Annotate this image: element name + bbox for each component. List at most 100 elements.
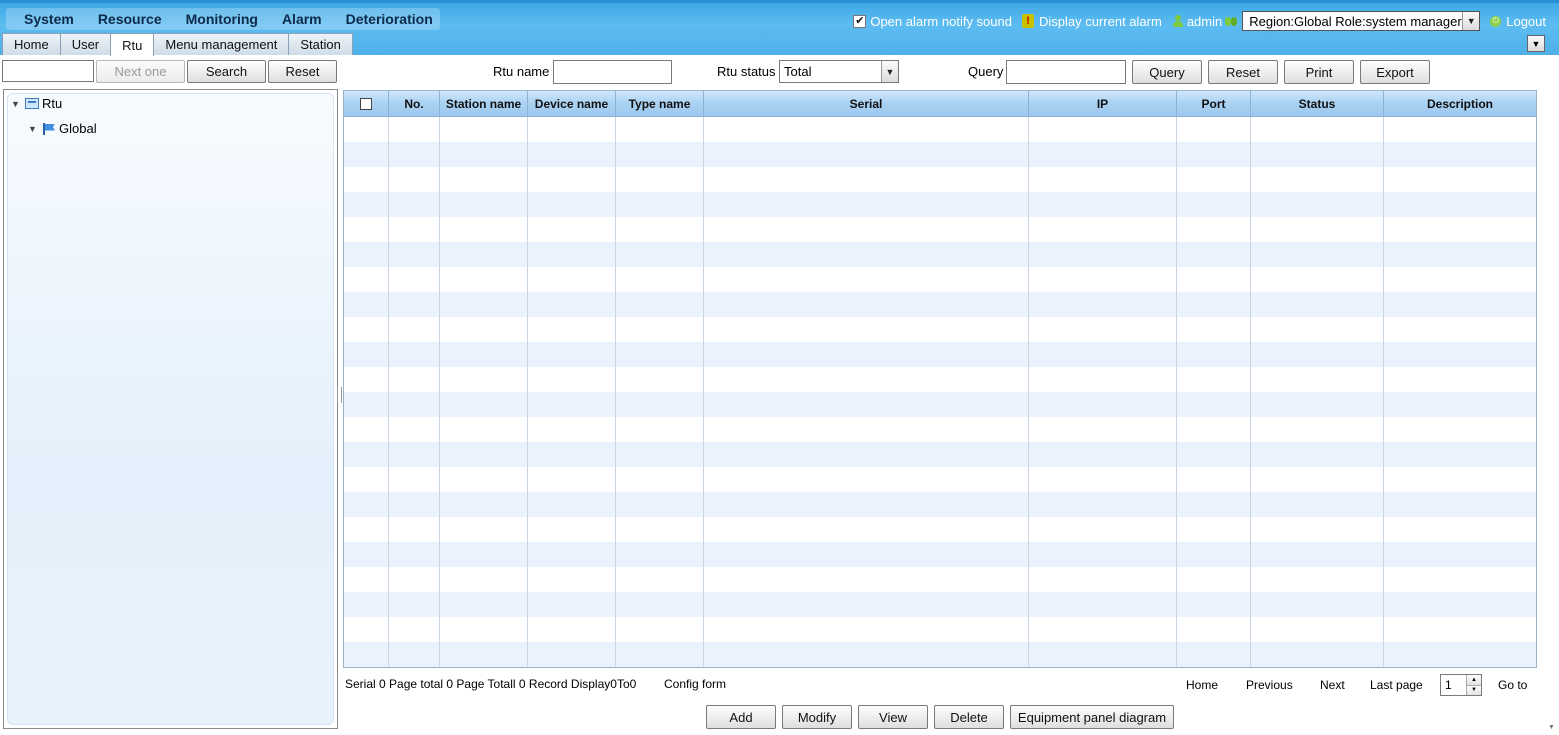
region-role-select[interactable]: Region:Global Role:system manager ▼ — [1242, 11, 1481, 31]
column-header-device-name[interactable]: Device name — [528, 91, 616, 117]
table-row[interactable] — [344, 617, 1536, 642]
pager-home[interactable]: Home — [1186, 678, 1218, 692]
page-scrollbar[interactable]: ▼ — [1545, 55, 1559, 735]
table-row[interactable] — [344, 242, 1536, 267]
alarm-sound-toggle[interactable]: ✔ Open alarm notify sound — [853, 14, 1012, 29]
rtu-name-input[interactable] — [553, 60, 672, 84]
logout-button[interactable]: ⏻ Logout — [1490, 14, 1546, 29]
table-cell — [1384, 642, 1536, 667]
table-row[interactable] — [344, 442, 1536, 467]
add-button[interactable]: Add — [706, 705, 776, 729]
panel-splitter[interactable] — [337, 387, 342, 403]
table-row[interactable] — [344, 167, 1536, 192]
pager-next[interactable]: Next — [1320, 678, 1345, 692]
table-cell — [1029, 392, 1177, 417]
table-cell — [1384, 492, 1536, 517]
menu-alarm[interactable]: Alarm — [270, 11, 334, 27]
table-row[interactable] — [344, 542, 1536, 567]
column-header-description[interactable]: Description — [1384, 91, 1536, 117]
table-cell — [704, 417, 1029, 442]
table-cell — [440, 492, 528, 517]
menu-system[interactable]: System — [6, 11, 86, 27]
table-cell — [1177, 367, 1251, 392]
table-row[interactable] — [344, 567, 1536, 592]
table-row[interactable] — [344, 317, 1536, 342]
modify-button[interactable]: Modify — [782, 705, 852, 729]
view-button[interactable]: View — [858, 705, 928, 729]
table-row[interactable] — [344, 142, 1536, 167]
tree-node-global[interactable]: ▼ Global — [28, 121, 97, 136]
table-row[interactable] — [344, 117, 1536, 142]
table-cell — [528, 492, 616, 517]
table-cell — [528, 192, 616, 217]
rtu-status-select[interactable]: Total ▼ — [779, 60, 899, 83]
print-button[interactable]: Print — [1284, 60, 1354, 84]
table-row[interactable] — [344, 217, 1536, 242]
table-cell — [1029, 467, 1177, 492]
tree-node-rtu[interactable]: ▼ Rtu — [11, 96, 62, 111]
config-form-link[interactable]: Config form — [664, 677, 726, 691]
table-row[interactable] — [344, 642, 1536, 667]
page-number-stepper[interactable]: 1 ▲ ▼ — [1440, 674, 1482, 696]
stepper-down-icon[interactable]: ▼ — [1467, 685, 1481, 695]
export-button[interactable]: Export — [1360, 60, 1430, 84]
equipment-panel-diagram-button[interactable]: Equipment panel diagram — [1010, 705, 1174, 729]
pager-go-to[interactable]: Go to — [1498, 678, 1527, 692]
tree-search-input[interactable] — [2, 60, 94, 82]
expand-icon[interactable]: ▼ — [11, 99, 23, 109]
column-header-port[interactable]: Port — [1177, 91, 1251, 117]
table-cell — [1029, 517, 1177, 542]
table-cell — [1177, 317, 1251, 342]
pager-last-page[interactable]: Last page — [1370, 678, 1423, 692]
table-row[interactable] — [344, 467, 1536, 492]
tab-rtu[interactable]: Rtu — [110, 33, 155, 56]
table-row[interactable] — [344, 417, 1536, 442]
table-row[interactable] — [344, 517, 1536, 542]
expand-icon[interactable]: ▼ — [28, 124, 40, 134]
table-row[interactable] — [344, 292, 1536, 317]
table-cell — [1029, 117, 1177, 142]
column-header-ip[interactable]: IP — [1029, 91, 1177, 117]
tab-home[interactable]: Home — [2, 33, 61, 55]
table-row[interactable] — [344, 192, 1536, 217]
table-row[interactable] — [344, 367, 1536, 392]
stepper-up-icon[interactable]: ▲ — [1467, 675, 1481, 686]
tab-station[interactable]: Station — [288, 33, 353, 55]
alarm-sound-checkbox[interactable]: ✔ — [853, 14, 867, 28]
tree-reset-button[interactable]: Reset — [268, 60, 337, 83]
query-input[interactable] — [1006, 60, 1126, 84]
chevron-down-icon[interactable]: ▼ — [1462, 12, 1480, 30]
table-row[interactable] — [344, 267, 1536, 292]
column-header-status[interactable]: Status — [1251, 91, 1384, 117]
table-row[interactable] — [344, 592, 1536, 617]
tab-menu-management[interactable]: Menu management — [153, 33, 290, 55]
table-row[interactable] — [344, 392, 1536, 417]
chevron-down-icon[interactable]: ▼ — [881, 61, 898, 82]
select-all-checkbox[interactable] — [360, 98, 372, 110]
menu-monitoring[interactable]: Monitoring — [174, 11, 270, 27]
table-cell — [344, 467, 389, 492]
users-icon — [1224, 14, 1238, 28]
table-row[interactable] — [344, 342, 1536, 367]
menu-resource[interactable]: Resource — [86, 11, 174, 27]
tab-user[interactable]: User — [59, 33, 112, 55]
table-cell — [344, 567, 389, 592]
table-cell — [528, 367, 616, 392]
tree-search-button[interactable]: Search — [187, 60, 266, 83]
tab-list-dropdown-icon[interactable]: ▼ — [1527, 35, 1545, 52]
table-row[interactable] — [344, 492, 1536, 517]
pager-previous[interactable]: Previous — [1246, 678, 1293, 692]
reset-button[interactable]: Reset — [1208, 60, 1278, 84]
table-cell — [1384, 442, 1536, 467]
column-header-serial[interactable]: Serial — [704, 91, 1029, 117]
column-header-no[interactable]: No. — [389, 91, 440, 117]
delete-button[interactable]: Delete — [934, 705, 1004, 729]
menu-deterioration[interactable]: Deterioration — [334, 11, 445, 27]
display-alarm-link[interactable]: ! Display current alarm — [1021, 14, 1162, 29]
query-button[interactable]: Query — [1132, 60, 1202, 84]
page-number-value[interactable]: 1 — [1441, 675, 1466, 695]
scroll-down-icon[interactable]: ▼ — [1548, 724, 1555, 731]
column-header-type-name[interactable]: Type name — [616, 91, 704, 117]
next-one-button[interactable]: Next one — [96, 60, 185, 83]
column-header-station-name[interactable]: Station name — [440, 91, 528, 117]
